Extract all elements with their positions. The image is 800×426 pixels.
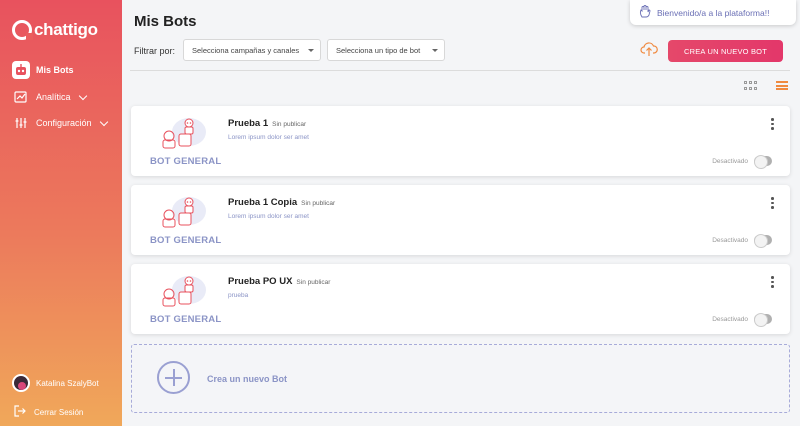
logout-label: Cerrar Sesión — [34, 407, 84, 417]
toast-text: Bienvenido/a a la plataforma!! — [657, 7, 770, 18]
toggle-label: Desactivado — [712, 316, 748, 323]
user-profile[interactable]: Katalina SzalyBot — [12, 374, 99, 392]
activate-toggle[interactable] — [754, 234, 772, 248]
user-name: Katalina SzalyBot — [36, 378, 99, 388]
filter-bot-type-select[interactable]: Selecciona un tipo de bot — [327, 39, 445, 61]
filter-channels-select[interactable]: Selecciona campañas y canales — [183, 39, 321, 61]
status-badge: Sin publicar — [301, 200, 336, 207]
bot-name: Prueba 1 Sin publicar — [228, 118, 307, 129]
toggle-label: Desactivado — [712, 237, 748, 244]
filter-label: Filtrar por: — [134, 46, 176, 56]
bot-type-label: BOT GENERAL — [150, 314, 222, 325]
plus-circle-icon — [157, 361, 190, 394]
bot-name: Prueba PO UX Sin publicar — [228, 276, 331, 287]
chattigo-logo[interactable]: chattigo — [12, 20, 98, 40]
sidebar-item-label: Mis Bots — [36, 65, 74, 75]
more-options-icon[interactable] — [771, 118, 774, 130]
more-options-icon[interactable] — [771, 197, 774, 209]
bot-card[interactable]: BOT GENERAL Prueba 1 Copia Sin publicar L… — [131, 185, 790, 255]
caret-down-icon — [308, 49, 314, 52]
activate-toggle[interactable] — [754, 313, 772, 327]
bot-illustration-icon — [155, 272, 207, 310]
bot-description: prueba — [228, 292, 249, 299]
welcome-toast: Bienvenido/a a la plataforma!! — [630, 0, 796, 25]
page-title: Mis Bots — [134, 13, 197, 30]
bot-type-label: BOT GENERAL — [150, 156, 222, 167]
bot-illustration-icon — [155, 193, 207, 231]
bot-description: Lorem ipsum dolor ser amet — [228, 134, 309, 141]
sidebar-item-label: Analítica — [36, 92, 71, 102]
more-options-icon[interactable] — [771, 276, 774, 288]
sidebar-item-analitica[interactable]: Analítica — [12, 88, 87, 106]
list-view-icon[interactable] — [776, 81, 788, 92]
bot-name: Prueba 1 Copia Sin publicar — [228, 197, 336, 208]
create-new-bot-label: Crea un nuevo Bot — [207, 374, 288, 384]
sidebar: chattigo Mis Bots Analítica Configuració… — [0, 0, 122, 426]
toggle-label: Desactivado — [712, 158, 748, 165]
status-badge: Sin publicar — [272, 121, 307, 128]
chat-bubble-icon — [12, 20, 33, 40]
sidebar-item-mis-bots[interactable]: Mis Bots — [12, 61, 74, 79]
bot-type-label: BOT GENERAL — [150, 235, 222, 246]
sidebar-item-label: Configuración — [36, 118, 92, 128]
sidebar-item-configuracion[interactable]: Configuración — [12, 114, 108, 132]
cloud-upload-icon[interactable] — [640, 41, 658, 57]
logout-icon — [14, 405, 26, 419]
grid-view-icon[interactable] — [744, 81, 758, 91]
divider — [130, 70, 790, 71]
avatar — [12, 374, 30, 392]
bot-card[interactable]: BOT GENERAL Prueba PO UX Sin publicar pru… — [131, 264, 790, 334]
bot-description: Lorem ipsum dolor ser amet — [228, 213, 309, 220]
bot-card[interactable]: BOT GENERAL Prueba 1 Sin publicar Lorem i… — [131, 106, 790, 176]
waving-hand-icon — [639, 5, 651, 20]
activate-toggle[interactable] — [754, 155, 772, 169]
status-badge: Sin publicar — [296, 279, 331, 286]
chevron-down-icon — [99, 117, 108, 126]
sliders-icon — [12, 114, 30, 132]
caret-down-icon — [432, 49, 438, 52]
chevron-down-icon — [78, 91, 87, 100]
logout-button[interactable]: Cerrar Sesión — [14, 405, 83, 419]
analytics-icon — [12, 88, 30, 106]
create-bot-button[interactable]: CREA UN NUEVO BOT — [668, 40, 783, 62]
create-new-bot-card[interactable]: Crea un nuevo Bot — [131, 344, 790, 413]
bot-illustration-icon — [155, 114, 207, 152]
robot-icon — [12, 61, 30, 79]
